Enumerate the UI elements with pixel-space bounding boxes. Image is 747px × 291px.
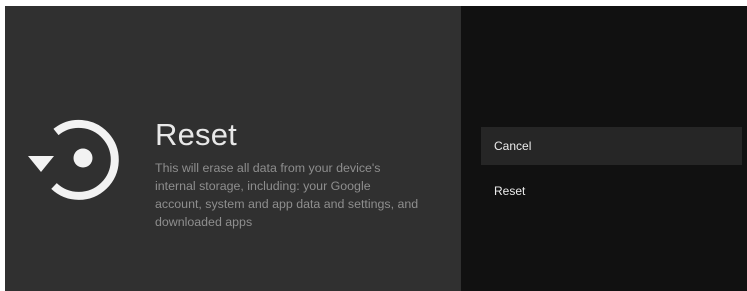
cancel-button-label: Cancel — [494, 139, 532, 153]
reset-button[interactable]: Reset — [481, 172, 742, 210]
cancel-button[interactable]: Cancel — [481, 127, 742, 165]
reset-description: This will erase all data from your devic… — [155, 161, 419, 229]
page-title: Reset — [155, 117, 237, 152]
actions-panel: Cancel Reset — [461, 6, 747, 291]
guidance-panel: Reset This will erase all data from your… — [5, 6, 461, 291]
reset-dialog-screen: Reset This will erase all data from your… — [5, 6, 747, 291]
reset-button-label: Reset — [494, 184, 526, 198]
reset-icon — [28, 119, 119, 200]
